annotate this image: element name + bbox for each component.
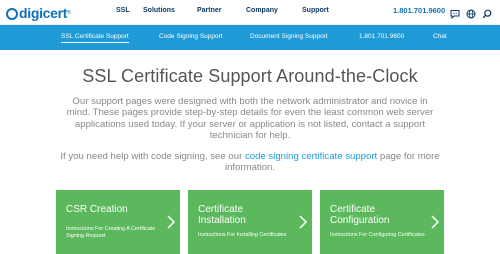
card-certificate-installation[interactable]: Certificate Installation Instructions Fo… (188, 190, 312, 254)
nav-ssl[interactable]: SSL (116, 7, 130, 14)
subnav-document-signing-support[interactable]: Document Signing Support (250, 33, 328, 40)
subnav-code-signing-support[interactable]: Code Signing Support (159, 33, 223, 40)
support-subnav: SSL Certificate Support Code Signing Sup… (0, 25, 500, 50)
page-title: SSL Certificate Support Around-the-Clock (82, 66, 418, 86)
subnav-chat[interactable]: Chat (433, 33, 447, 40)
chat-icon[interactable] (450, 6, 460, 20)
card-title: Certificate Configuration (330, 204, 390, 226)
globe-icon[interactable] (466, 6, 476, 19)
card-description: Instructions For Configuring Certificate… (330, 232, 425, 238)
card-certificate-configuration[interactable]: Certificate Configuration Instructions F… (320, 190, 444, 254)
nav-support[interactable]: Support (302, 7, 329, 14)
nav-solutions[interactable]: Solutions (143, 7, 175, 14)
subnav-phone[interactable]: 1.801.701.9600 (359, 33, 404, 40)
nav-partner[interactable]: Partner (197, 7, 222, 14)
card-csr-creation[interactable]: CSR Creation Instructions For Creating A… (56, 190, 180, 254)
subnav-ssl-certificate-support[interactable]: SSL Certificate Support (61, 33, 129, 43)
chevron-right-icon (299, 215, 308, 229)
code-signing-paragraph: If you need help with code signing, see … (60, 151, 440, 174)
top-header: digicert ® SSL Solutions Partner Company … (0, 0, 500, 25)
card-description: Instructions For Creating A Certificate … (66, 226, 156, 239)
intro-paragraph: Our support pages were designed with bot… (66, 96, 434, 142)
card-description: Instructions For Installing Certificates (198, 232, 287, 238)
nav-company[interactable]: Company (246, 7, 278, 14)
card-title: CSR Creation (66, 204, 128, 215)
card-title: Certificate Installation (198, 204, 246, 226)
search-icon[interactable] (482, 6, 492, 19)
chevron-right-icon (431, 215, 440, 229)
header-icons (450, 6, 494, 20)
code-signing-prefix: If you need help with code signing, see … (60, 151, 245, 162)
chevron-right-icon (167, 215, 176, 229)
header-phone[interactable]: 1.801.701.9600 (393, 6, 445, 15)
code-signing-support-link[interactable]: code signing certificate support (245, 151, 377, 162)
